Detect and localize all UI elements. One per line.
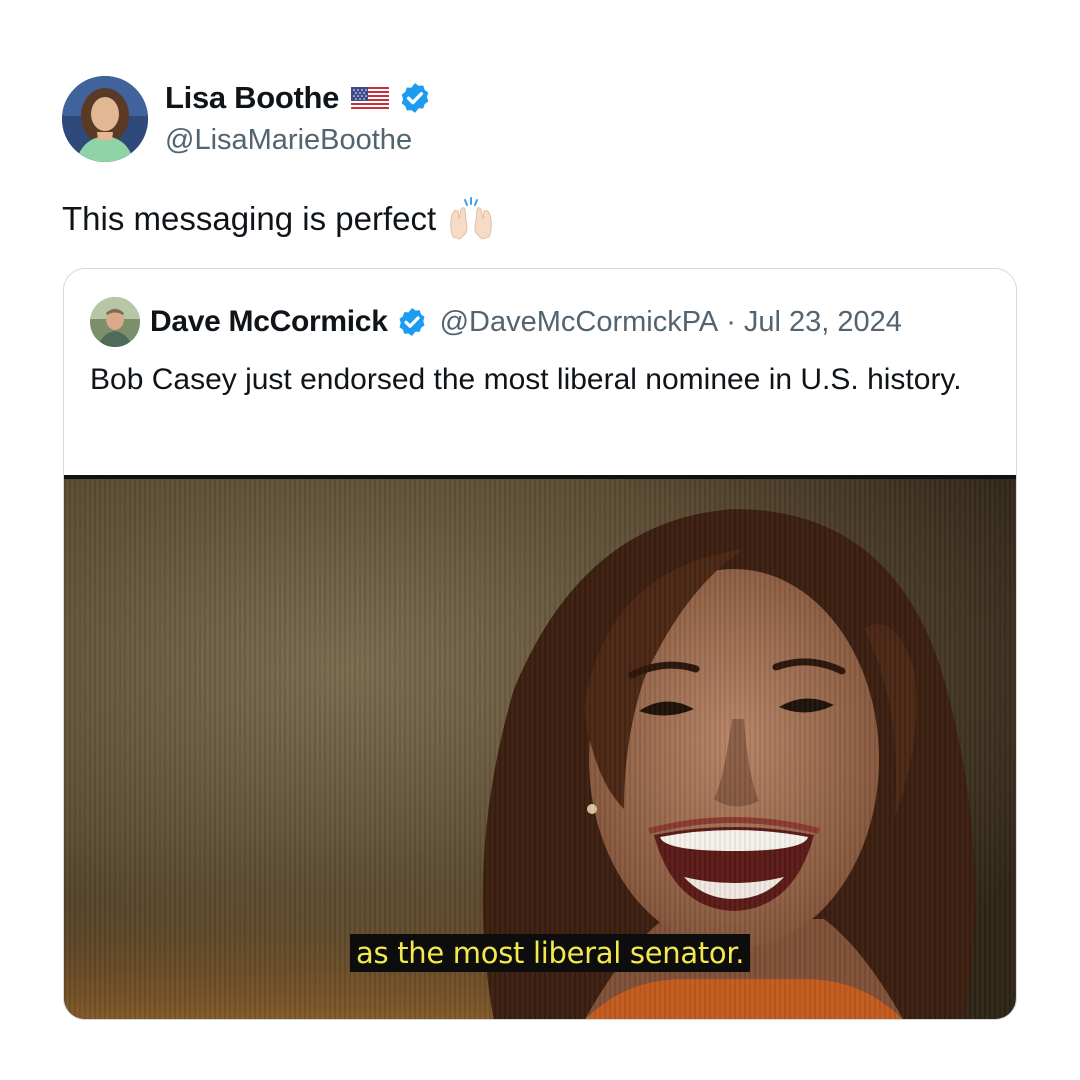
author-name[interactable]: Lisa Boothe: [165, 80, 339, 116]
tweet-text: This messaging is perfect: [62, 200, 437, 237]
author-handle[interactable]: @LisaMarieBoothe: [165, 123, 412, 157]
tweet-body: This messaging is perfect: [62, 197, 496, 241]
verified-badge-icon: [398, 81, 432, 115]
raising-hands-icon: [446, 197, 496, 241]
author-name-row[interactable]: Lisa Boothe: [165, 80, 432, 116]
quoted-tweet-header: Dave McCormick @DaveMcCormickPA · Jul 23…: [90, 297, 902, 347]
separator-dot: ·: [726, 305, 736, 338]
quoted-author-avatar[interactable]: [90, 297, 140, 347]
video-subtitle: as the most liberal senator.: [350, 934, 751, 972]
us-flag-icon: [351, 85, 390, 111]
verified-badge-icon: [396, 306, 428, 338]
quoted-author-handle[interactable]: @DaveMcCormickPA: [440, 306, 719, 339]
quoted-tweet-video[interactable]: as the most liberal senator.: [64, 475, 1016, 1019]
quoted-tweet-date[interactable]: Jul 23, 2024: [744, 306, 902, 339]
quoted-tweet-text: Bob Casey just endorsed the most liberal…: [90, 363, 962, 396]
author-avatar[interactable]: [62, 76, 148, 162]
quoted-tweet-card[interactable]: Dave McCormick @DaveMcCormickPA · Jul 23…: [63, 268, 1017, 1020]
quoted-author-name[interactable]: Dave McCormick: [150, 305, 388, 339]
